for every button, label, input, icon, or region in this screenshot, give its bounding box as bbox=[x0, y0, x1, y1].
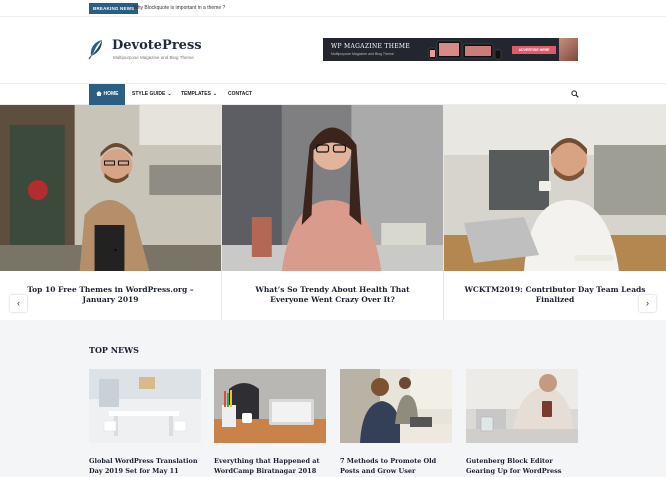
featured-slider: Top 10 Free Themes in WordPress.org – Ja… bbox=[0, 105, 666, 320]
nav-item-templates[interactable]: TEMPLATES ⌄ bbox=[181, 84, 217, 105]
chevron-left-icon[interactable]: ‹ bbox=[10, 295, 27, 312]
news-card[interactable]: Global WordPress Translation Day 2019 Se… bbox=[89, 369, 201, 477]
home-icon bbox=[95, 91, 102, 96]
search-icon[interactable] bbox=[571, 90, 579, 98]
slide-caption[interactable]: Top 10 Free Themes in WordPress.org – Ja… bbox=[0, 271, 221, 320]
top-news-heading: TOP NEWS bbox=[89, 345, 139, 355]
banner-title: WP MAGAZINE THEME bbox=[331, 43, 411, 50]
nav-home-label: HOME bbox=[103, 91, 119, 97]
slide-item[interactable]: WCKTM2019: Contributor Day Team Leads Fi… bbox=[444, 105, 666, 320]
news-thumbnail bbox=[466, 369, 578, 443]
slide-image bbox=[222, 105, 443, 271]
slide-item[interactable]: What’s So Trendy About Health That Every… bbox=[222, 105, 444, 320]
news-card[interactable]: 7 Methods to Promote Old Posts and Grow … bbox=[340, 369, 452, 477]
news-title[interactable]: Gutenberg Block Editor Gearing Up for Wo… bbox=[466, 457, 578, 477]
site-tagline: Multipurpose Magazine and Blog Theme bbox=[113, 55, 194, 60]
news-title[interactable]: 7 Methods to Promote Old Posts and Grow … bbox=[340, 457, 452, 477]
slide-caption[interactable]: WCKTM2019: Contributor Day Team Leads Fi… bbox=[444, 271, 666, 320]
breaking-news-badge: BREAKING NEWS bbox=[89, 3, 139, 14]
news-card[interactable]: Everything that Happened at WordCamp Bir… bbox=[214, 369, 326, 477]
slide-image bbox=[444, 105, 666, 271]
nav-contact-label: CONTACT bbox=[228, 91, 253, 97]
site-title[interactable]: DevotePress bbox=[112, 38, 202, 53]
news-thumbnail bbox=[89, 369, 201, 443]
nav-templates-label: TEMPLATES bbox=[181, 91, 211, 97]
feather-logo-icon[interactable] bbox=[88, 39, 105, 60]
nav-item-home[interactable]: HOME bbox=[89, 84, 125, 105]
chevron-right-icon[interactable]: › bbox=[639, 295, 656, 312]
slide-item[interactable]: Top 10 Free Themes in WordPress.org – Ja… bbox=[0, 105, 222, 320]
main-navigation: HOME STYLE GUIDE ⌄ TEMPLATES ⌄ CONTACT bbox=[0, 83, 666, 105]
news-thumbnail bbox=[214, 369, 326, 443]
breaking-news-link[interactable]: Why Blockquote is important in a theme ? bbox=[133, 3, 225, 14]
banner-model-photo bbox=[559, 38, 578, 61]
news-card[interactable]: Gutenberg Block Editor Gearing Up for Wo… bbox=[466, 369, 578, 477]
breaking-news-bar: BREAKING NEWS Why Blockquote is importan… bbox=[0, 0, 666, 17]
news-thumbnail bbox=[340, 369, 452, 443]
advertisement-banner[interactable]: WP MAGAZINE THEME Multipurpose Magazine … bbox=[323, 38, 578, 61]
advertise-here-button[interactable]: ADVERTISE HERE bbox=[512, 46, 556, 54]
slide-image bbox=[0, 105, 221, 271]
nav-item-contact[interactable]: CONTACT bbox=[228, 84, 252, 105]
banner-subtitle: Multipurpose Magazine and Blog Theme bbox=[331, 52, 394, 56]
news-title[interactable]: Global WordPress Translation Day 2019 Se… bbox=[89, 457, 201, 476]
chevron-down-icon: ⌄ bbox=[167, 91, 172, 97]
slide-caption[interactable]: What’s So Trendy About Health That Every… bbox=[222, 271, 443, 320]
chevron-down-icon: ⌄ bbox=[212, 91, 218, 97]
news-title[interactable]: Everything that Happened at WordCamp Bir… bbox=[214, 457, 326, 476]
nav-item-style-guide[interactable]: STYLE GUIDE ⌄ bbox=[132, 84, 172, 105]
nav-style-guide-label: STYLE GUIDE bbox=[132, 91, 166, 97]
devices-mockup-image bbox=[428, 40, 502, 60]
